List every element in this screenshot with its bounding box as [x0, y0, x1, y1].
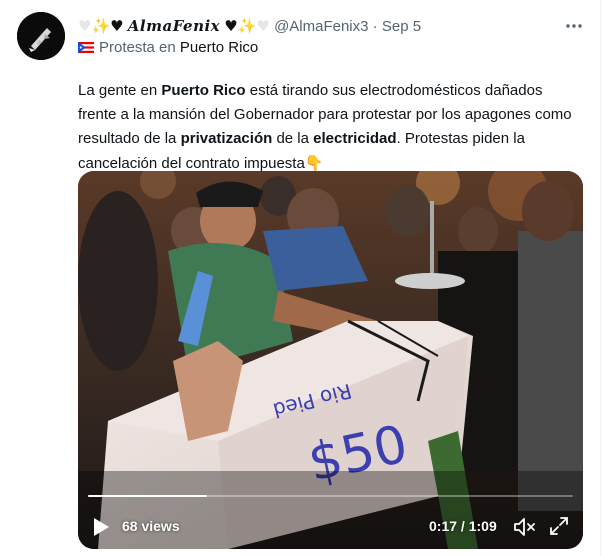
tweet-header: ♥✨♥ AlmaFenix ♥✨♥ @AlmaFenix3 · Sep 5	[78, 16, 421, 37]
avatar[interactable]	[17, 12, 65, 60]
more-icon	[566, 24, 582, 28]
tweet-text: La gente en Puerto Rico está tirando sus…	[78, 79, 583, 176]
more-button[interactable]	[560, 12, 588, 40]
user-handle[interactable]: @AlmaFenix3	[274, 18, 368, 35]
tweet-card[interactable]: ♥✨♥ AlmaFenix ♥✨♥ @AlmaFenix3 · Sep 5 Pr…	[0, 0, 601, 556]
video-frame: $50 Rio Pied	[78, 171, 583, 549]
white-heart-icon: ♥	[78, 17, 92, 35]
video-time-separator: /	[457, 518, 469, 534]
tweet-text-part: La gente en	[78, 82, 162, 99]
display-name[interactable]: AlmaFenix	[128, 17, 220, 35]
location-line[interactable]: Protesta en Puerto Rico	[78, 38, 258, 58]
black-heart-icon: ♥	[224, 17, 238, 35]
black-heart-icon: ♥	[110, 17, 124, 35]
sparkles-icon: ✨	[237, 17, 257, 35]
video-progress-fill	[88, 495, 208, 497]
video-time: 0:17 / 1:09	[429, 516, 497, 536]
video-progress-bar[interactable]	[88, 495, 573, 497]
tweet-date[interactable]: Sep 5	[382, 18, 421, 35]
video-current-time: 0:17	[429, 518, 458, 534]
video-duration: 1:09	[468, 518, 497, 534]
play-icon[interactable]	[92, 517, 110, 537]
tweet-text-bold: electricidad	[313, 130, 397, 147]
puerto-rico-flag-icon	[78, 42, 94, 53]
location-place[interactable]: Puerto Rico	[180, 39, 258, 56]
video-views: 68 views	[122, 518, 180, 534]
tweet-text-bold: privatización	[180, 130, 273, 147]
fullscreen-icon[interactable]	[548, 515, 570, 537]
tweet-text-bold: Puerto Rico	[161, 82, 246, 99]
tweet-text-part: de la	[272, 130, 314, 147]
separator-dot: ·	[372, 18, 378, 35]
mute-icon[interactable]	[512, 516, 536, 538]
video-player[interactable]: $50 Rio Pied 68 views 0:17 / 1:09	[78, 171, 583, 549]
white-heart-icon: ♥	[256, 17, 270, 35]
pointing-down-icon: 👇	[304, 154, 324, 172]
sparkles-icon: ✨	[91, 17, 111, 35]
location-prefix: Protesta en	[99, 39, 176, 56]
